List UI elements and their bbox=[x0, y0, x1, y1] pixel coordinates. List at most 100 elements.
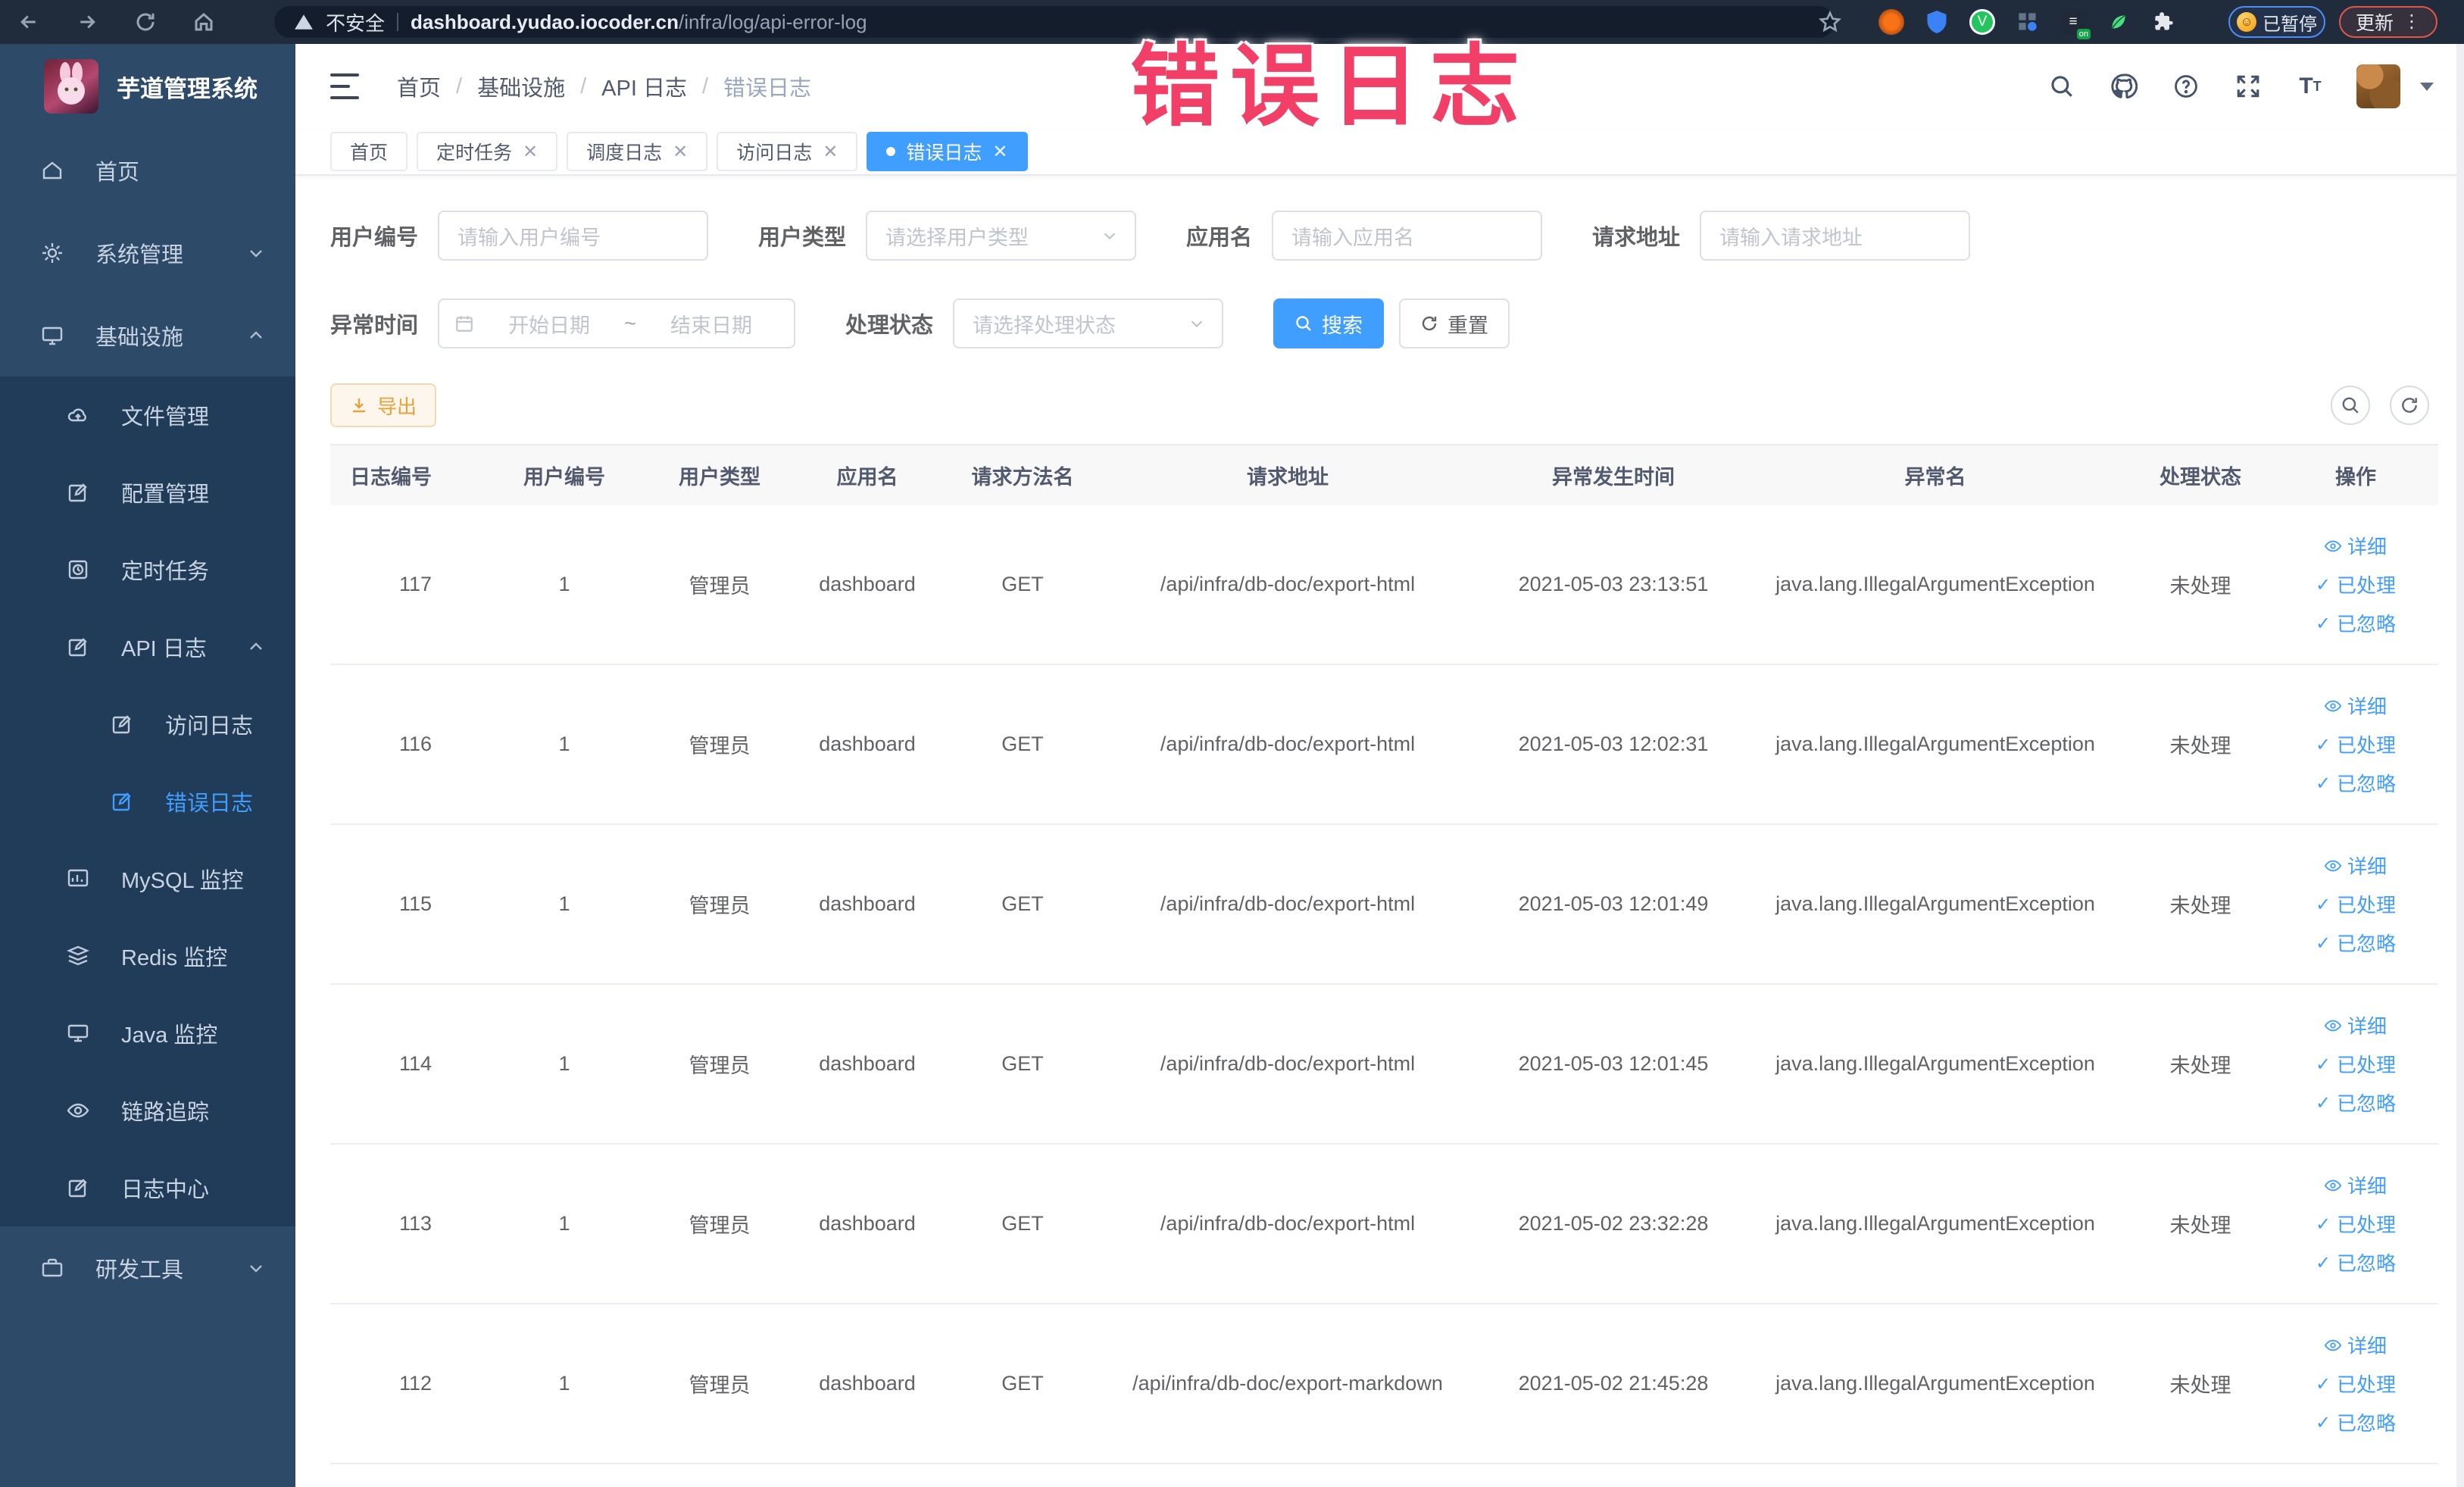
user-id-input[interactable]: 请输入用户编号 bbox=[438, 211, 709, 261]
extensions-puzzle-icon[interactable] bbox=[2151, 9, 2177, 35]
tag-schedule-log[interactable]: 调度日志 ✕ bbox=[567, 132, 708, 171]
browser-back-icon[interactable] bbox=[17, 10, 41, 34]
paused-profile-chip[interactable]: ☺ 已暂停 bbox=[2228, 6, 2325, 38]
mark-ignored-link[interactable]: ✓ 已忽略 bbox=[2316, 1248, 2396, 1276]
browser-home-icon[interactable] bbox=[192, 10, 216, 34]
sidebar-item-home[interactable]: 首页 bbox=[0, 129, 295, 211]
sidebar-item-redis-monitor[interactable]: Redis 监控 bbox=[0, 917, 295, 995]
extension-v-icon[interactable]: V bbox=[1969, 9, 1995, 35]
user-avatar[interactable] bbox=[2356, 64, 2400, 108]
extension-leaf-icon[interactable] bbox=[2106, 9, 2131, 35]
detail-link[interactable]: 详细 bbox=[2324, 532, 2387, 560]
sidebar-item-tracing[interactable]: 链路追踪 bbox=[0, 1072, 295, 1149]
extension-orange-icon[interactable] bbox=[1878, 9, 1904, 35]
search-button[interactable]: 搜索 bbox=[1273, 298, 1385, 348]
mark-ignored-link[interactable]: ✓ 已忽略 bbox=[2316, 609, 2396, 637]
sidebar-item-infrastructure[interactable]: 基础设施 bbox=[0, 294, 295, 376]
mark-processed-link[interactable]: ✓ 已处理 bbox=[2316, 1210, 2396, 1238]
refresh-button[interactable] bbox=[2390, 386, 2429, 425]
sidebar-item-system-management[interactable]: 系统管理 bbox=[0, 211, 295, 294]
breadcrumb-infrastructure[interactable]: 基础设施 bbox=[477, 70, 565, 102]
request-url-input[interactable]: 请输入请求地址 bbox=[1700, 211, 1971, 261]
sidebar-item-java-monitor[interactable]: Java 监控 bbox=[0, 995, 295, 1072]
browser-extensions: V ≡ on bbox=[1878, 0, 2177, 44]
close-icon[interactable]: ✕ bbox=[523, 141, 538, 163]
github-icon[interactable] bbox=[2108, 70, 2140, 102]
app-logo-row[interactable]: 芋道管理系统 bbox=[0, 44, 295, 129]
mark-processed-link[interactable]: ✓ 已处理 bbox=[2316, 890, 2396, 918]
sidebar-item-mysql-monitor[interactable]: MySQL 监控 bbox=[0, 840, 295, 917]
mark-processed-link[interactable]: ✓ 已处理 bbox=[2316, 730, 2396, 758]
breadcrumb-api-log[interactable]: API 日志 bbox=[601, 70, 687, 102]
browser-reload-icon[interactable] bbox=[133, 10, 158, 34]
tag-home[interactable]: 首页 bbox=[330, 132, 408, 171]
monitor-icon bbox=[67, 1022, 89, 1045]
cell-exception: java.lang.IllegalArgumentException bbox=[1775, 1372, 2095, 1395]
browser-menu-kebab-icon[interactable]: ⋮ bbox=[2403, 13, 2421, 31]
check-icon: ✓ bbox=[2315, 1411, 2331, 1433]
extension-on-badge-icon[interactable]: ≡ on bbox=[2060, 9, 2091, 39]
search-icon[interactable] bbox=[2046, 70, 2078, 102]
address-bar[interactable]: 不安全 dashboard.yudao.iocoder.cn/infra/log… bbox=[274, 6, 1835, 38]
exception-time-range-picker[interactable]: 开始日期 ~ 结束日期 bbox=[438, 298, 796, 348]
breadcrumb-home[interactable]: 首页 bbox=[397, 70, 441, 102]
mark-ignored-link[interactable]: ✓ 已忽略 bbox=[2316, 1089, 2396, 1117]
close-icon[interactable]: ✕ bbox=[823, 141, 838, 163]
process-status-select[interactable]: 请选择处理状态 bbox=[953, 298, 1224, 348]
reset-button[interactable]: 重置 bbox=[1399, 298, 1510, 348]
chevron-up-icon bbox=[247, 638, 265, 656]
range-separator: ~ bbox=[624, 311, 636, 335]
help-icon[interactable] bbox=[2170, 70, 2202, 102]
start-date-placeholder[interactable]: 开始日期 bbox=[482, 309, 617, 339]
tag-access-log[interactable]: 访问日志 ✕ bbox=[717, 132, 858, 171]
user-type-select[interactable]: 请选择用户类型 bbox=[866, 211, 1137, 261]
detail-link[interactable]: 详细 bbox=[2324, 851, 2387, 879]
detail-link[interactable]: 详细 bbox=[2324, 1331, 2387, 1359]
bookmark-star-icon[interactable] bbox=[1818, 10, 1842, 34]
sidebar-collapse-icon[interactable] bbox=[330, 73, 361, 99]
sidebar-item-access-log[interactable]: 访问日志 bbox=[0, 686, 295, 763]
extension-shield-icon[interactable] bbox=[1924, 9, 1950, 35]
check-icon: ✓ bbox=[2315, 772, 2331, 794]
browser-update-button[interactable]: 更新 ⋮ bbox=[2339, 6, 2437, 38]
sidebar-item-label: 访问日志 bbox=[165, 714, 254, 739]
app-name-input[interactable]: 请输入应用名 bbox=[1272, 211, 1543, 261]
sidebar-item-config-management[interactable]: 配置管理 bbox=[0, 454, 295, 531]
tag-scheduled-jobs[interactable]: 定时任务 ✕ bbox=[417, 132, 558, 171]
close-icon[interactable]: ✕ bbox=[673, 141, 688, 163]
tag-error-log[interactable]: 错误日志 ✕ bbox=[867, 132, 1028, 171]
page-scrollbar[interactable] bbox=[2456, 44, 2464, 1487]
cell-time: 2021-05-03 12:01:45 bbox=[1518, 1052, 1709, 1075]
extension-grid-icon[interactable] bbox=[2015, 9, 2041, 35]
sidebar-item-label: Java 监控 bbox=[121, 1023, 218, 1048]
export-button[interactable]: 导出 bbox=[330, 383, 436, 427]
detail-link[interactable]: 详细 bbox=[2324, 1171, 2387, 1199]
sidebar-item-dev-tools[interactable]: 研发工具 bbox=[0, 1226, 295, 1309]
browser-forward-icon[interactable] bbox=[75, 10, 99, 34]
mark-processed-link[interactable]: ✓ 已处理 bbox=[2316, 1370, 2396, 1398]
sidebar-item-file-management[interactable]: 文件管理 bbox=[0, 376, 295, 454]
sidebar-item-scheduled-jobs[interactable]: 定时任务 bbox=[0, 531, 295, 608]
mark-ignored-link[interactable]: ✓ 已忽略 bbox=[2316, 769, 2396, 797]
column-header-url: 请求地址 bbox=[1247, 466, 1329, 489]
not-secure-warning-icon[interactable] bbox=[294, 12, 314, 32]
mark-ignored-link[interactable]: ✓ 已忽略 bbox=[2316, 929, 2396, 957]
sidebar-item-log-center[interactable]: 日志中心 bbox=[0, 1149, 295, 1226]
detail-link[interactable]: 详细 bbox=[2324, 1011, 2387, 1039]
url-text[interactable]: dashboard.yudao.iocoder.cn/infra/log/api… bbox=[411, 11, 867, 34]
font-size-icon[interactable]: TT bbox=[2294, 70, 2326, 102]
hide-search-button[interactable] bbox=[2331, 386, 2370, 425]
detail-link[interactable]: 详细 bbox=[2324, 692, 2387, 720]
table-header: 日志编号 用户编号 用户类型 应用名 请求方法名 请求地址 异常发生时间 异常名… bbox=[330, 445, 2438, 505]
mark-ignored-link[interactable]: ✓ 已忽略 bbox=[2316, 1408, 2396, 1436]
sidebar-item-api-log[interactable]: API 日志 bbox=[0, 608, 295, 686]
sidebar-item-error-log[interactable]: 错误日志 bbox=[0, 763, 295, 840]
column-header-log-id: 日志编号 bbox=[350, 466, 432, 489]
mark-processed-link[interactable]: ✓ 已处理 bbox=[2316, 570, 2396, 598]
fullscreen-icon[interactable] bbox=[2232, 70, 2264, 102]
user-menu-caret-icon[interactable] bbox=[2420, 82, 2434, 91]
end-date-placeholder[interactable]: 结束日期 bbox=[644, 309, 779, 339]
close-icon[interactable]: ✕ bbox=[992, 141, 1007, 163]
mark-processed-link[interactable]: ✓ 已处理 bbox=[2316, 1050, 2396, 1078]
cell-url: /api/infra/db-doc/export-markdown bbox=[1132, 1372, 1443, 1395]
